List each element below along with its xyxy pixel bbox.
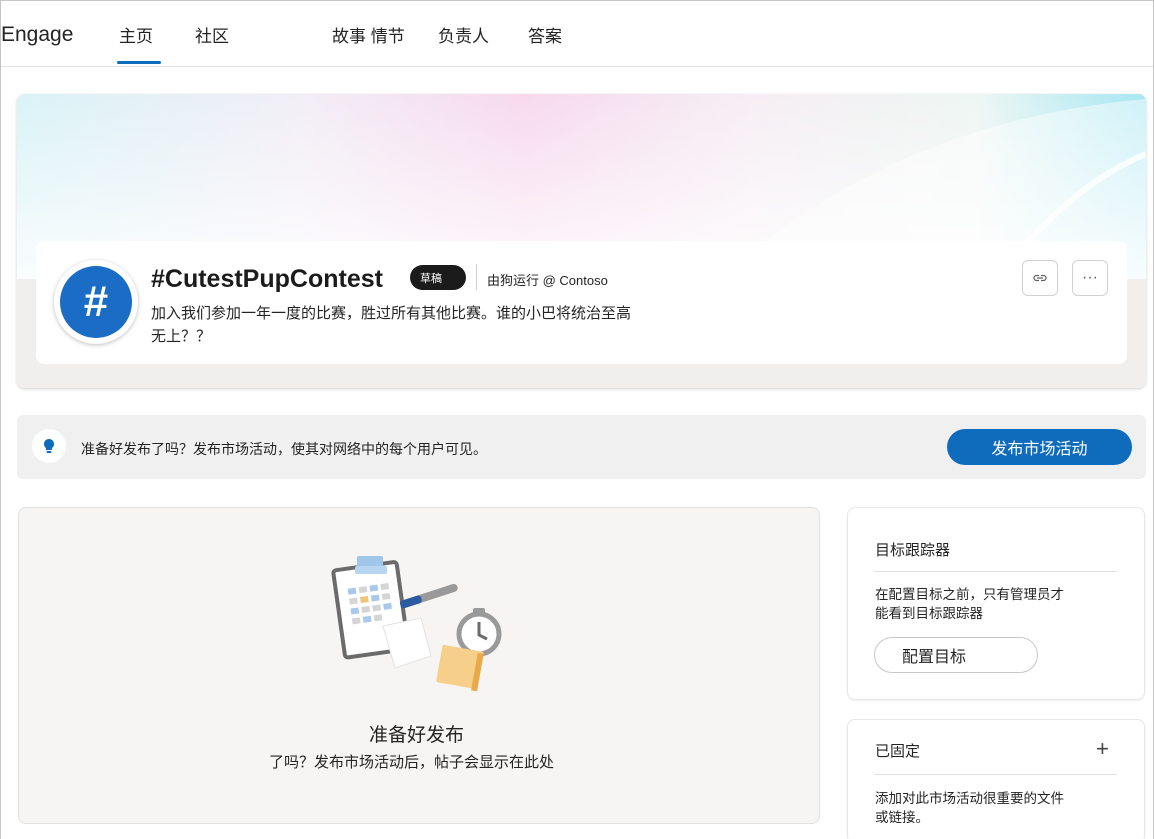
more-options-button[interactable]: ··· bbox=[1072, 260, 1108, 296]
campaign-avatar: # bbox=[54, 260, 138, 344]
add-pinned-button[interactable]: + bbox=[1096, 736, 1109, 762]
divider bbox=[874, 774, 1117, 775]
lightbulb-icon bbox=[32, 429, 66, 463]
publish-campaign-button[interactable]: 发布市场活动 bbox=[947, 429, 1132, 465]
campaign-title: #CutestPupContest bbox=[151, 265, 383, 293]
nav-tab-home[interactable]: 主页 bbox=[117, 22, 161, 64]
campaign-header: # #CutestPupContest 草稿 由狗运行 @ Contoso 加入… bbox=[17, 94, 1146, 388]
pinned-title: 已固定 bbox=[875, 743, 921, 760]
campaign-owner: 由狗运行 @ Contoso bbox=[487, 273, 608, 288]
publish-banner: 准备好发布了吗？发布市场活动，使其对网络中的每个用户可见。 发布市场活动 bbox=[17, 415, 1146, 479]
campaign-description: 加入我们参加一年一度的比赛，胜过所有其他比赛。谁的小巴将统治至高无上？？ bbox=[151, 305, 632, 345]
top-navigation-bar: Engage 主页 社区 故事 情节 负责人 答案 bbox=[1, 1, 1153, 67]
copy-link-button[interactable] bbox=[1022, 260, 1058, 296]
link-icon bbox=[1033, 274, 1047, 282]
pinned-text: 添加对此市场活动很重要的文件或链接。 bbox=[875, 791, 1064, 825]
nav-tab-communities[interactable]: 社区 bbox=[195, 22, 229, 64]
empty-state-title: 准备好发布 bbox=[369, 725, 465, 746]
divider bbox=[874, 571, 1117, 572]
more-icon: ··· bbox=[1082, 269, 1098, 286]
hashtag-icon: # bbox=[60, 266, 132, 338]
goal-tracker-card: 目标跟踪器 在配置目标之前，只有管理员才能看到目标跟踪器 配置目标 bbox=[847, 507, 1145, 700]
goal-tracker-text: 在配置目标之前，只有管理员才能看到目标跟踪器 bbox=[875, 587, 1064, 621]
campaign-feed: 准备好发布 了吗？发布市场活动后，帖子会显示在此处 bbox=[18, 507, 820, 824]
goal-tracker-title: 目标跟踪器 bbox=[875, 542, 951, 559]
publish-banner-text: 准备好发布了吗？发布市场活动，使其对网络中的每个用户可见。 bbox=[81, 441, 487, 457]
main-content: # #CutestPupContest 草稿 由狗运行 @ Contoso 加入… bbox=[1, 67, 1153, 839]
clipboard-illustration bbox=[331, 556, 502, 692]
empty-state-subtitle: 了吗？发布市场活动后，帖子会显示在此处 bbox=[269, 754, 555, 771]
nav-tab-answers[interactable]: 答案 bbox=[528, 22, 562, 64]
app-brand[interactable]: Engage bbox=[1, 23, 73, 47]
status-badge: 草稿 bbox=[410, 265, 466, 290]
nav-tab-storylines[interactable]: 故事 情节 bbox=[332, 22, 405, 64]
nav-tab-leaders[interactable]: 负责人 bbox=[438, 22, 489, 64]
pinned-card: 已固定 + 添加对此市场活动很重要的文件或链接。 bbox=[847, 719, 1145, 839]
divider bbox=[476, 264, 477, 290]
campaign-info-card: # #CutestPupContest 草稿 由狗运行 @ Contoso 加入… bbox=[36, 241, 1127, 364]
configure-goals-button[interactable]: 配置目标 bbox=[874, 637, 1038, 673]
